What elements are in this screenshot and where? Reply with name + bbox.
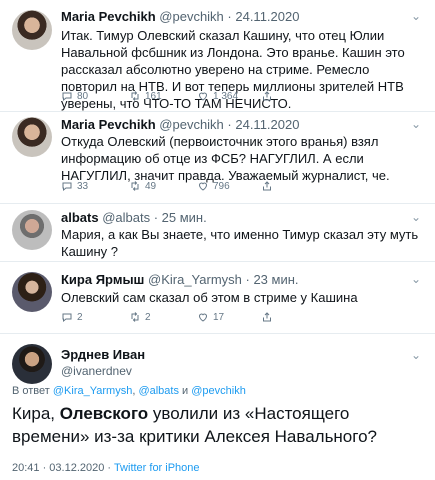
tweet-2[interactable]: Maria Pevchikh @pevchikh · 24.11.2020 ⌄ …	[0, 112, 435, 200]
share-button[interactable]	[261, 311, 273, 323]
author-handle[interactable]: @Kira_Yarmysh	[148, 272, 242, 287]
reply-context: В ответ @Kira_Yarmysh, @albats и @pevchi…	[12, 385, 246, 397]
tweet-date[interactable]: · 24.11.2020	[227, 117, 299, 132]
retweet-count: 161	[145, 90, 162, 102]
reply-count: 80	[77, 90, 89, 102]
reply-icon	[62, 182, 72, 192]
share-icon	[263, 91, 271, 101]
tweet-meta: 20:41 · 03.12.2020 · Twitter for iPhone	[12, 462, 200, 474]
chevron-down-icon[interactable]: ⌄	[411, 348, 421, 362]
like-icon	[198, 313, 208, 322]
reply-icon	[62, 313, 72, 323]
like-count: 796	[213, 180, 230, 192]
reply-button[interactable]: 2	[61, 311, 83, 323]
text-segment: Кира,	[12, 404, 60, 423]
tweet-4[interactable]: Кира Ярмыш @Kira_Yarmysh · 23 мин. ⌄ Оле…	[0, 262, 435, 330]
author-name[interactable]: Maria Pevchikh	[61, 9, 156, 24]
and-word: и	[182, 385, 189, 397]
tweet-3[interactable]: albats @albats · 25 мин. ⌄ Мария, а как …	[0, 204, 435, 260]
tweet-text: Олевский сам сказал об этом в стриме у К…	[61, 290, 358, 305]
tweet-header: Maria Pevchikh @pevchikh · 24.11.2020	[61, 9, 299, 25]
reply-count: 2	[77, 311, 83, 323]
tweet-text: Мария, а как Вы знаете, что именно Тимур…	[61, 227, 419, 259]
retweet-count: 2	[145, 311, 151, 323]
share-button[interactable]	[261, 180, 273, 192]
author-handle[interactable]: @ivanerdnev	[61, 364, 132, 378]
avatar[interactable]	[12, 344, 52, 384]
tweet-header: Maria Pevchikh @pevchikh · 24.11.2020	[61, 117, 299, 133]
retweet-icon	[131, 312, 139, 322]
reply-button[interactable]: 80	[61, 90, 88, 102]
separator: ,	[132, 385, 136, 397]
mention-link[interactable]: @pevchikh	[191, 385, 246, 397]
retweet-button[interactable]: 161	[129, 90, 162, 102]
retweet-icon	[131, 91, 139, 101]
timestamp[interactable]: 20:41 · 03.12.2020 ·	[12, 462, 111, 474]
retweet-button[interactable]: 2	[129, 311, 151, 323]
chevron-down-icon[interactable]: ⌄	[411, 210, 421, 224]
retweet-count: 49	[145, 180, 157, 192]
like-count: 1 364	[213, 90, 239, 102]
author-handle[interactable]: @pevchikh	[159, 117, 224, 132]
tweet-actions: 2 2 17	[61, 311, 391, 325]
tweet-date[interactable]: · 23 мин.	[246, 272, 299, 287]
avatar[interactable]	[12, 272, 52, 312]
like-icon	[198, 92, 208, 101]
reply-count: 33	[77, 180, 89, 192]
tweet-header: albats @albats · 25 мин.	[61, 210, 207, 226]
text-bold: Олевского	[59, 404, 149, 423]
author-handle[interactable]: @albats	[102, 210, 150, 225]
main-tweet-text: Кира, Олевского уволили из «Настоящего в…	[12, 402, 427, 448]
author-handle[interactable]: @pevchikh	[159, 9, 224, 24]
reply-button[interactable]: 33	[61, 180, 88, 192]
retweet-icon	[131, 181, 139, 191]
share-icon	[263, 181, 271, 191]
avatar[interactable]	[12, 10, 52, 50]
like-button[interactable]: 1 364	[197, 90, 238, 102]
tweet-date[interactable]: · 24.11.2020	[227, 9, 299, 24]
tweet-actions: 80 161 1 364	[61, 90, 391, 104]
author-name[interactable]: Maria Pevchikh	[61, 117, 156, 132]
like-button[interactable]: 17	[197, 311, 224, 323]
client-link[interactable]: Twitter for iPhone	[114, 462, 200, 474]
like-icon	[198, 182, 208, 191]
tweet-header: Кира Ярмыш @Kira_Yarmysh · 23 мин.	[61, 272, 299, 288]
share-button[interactable]	[261, 90, 273, 102]
reply-prefix: В ответ	[12, 385, 50, 397]
chevron-down-icon[interactable]: ⌄	[411, 9, 421, 23]
reply-icon	[62, 92, 72, 102]
like-count: 17	[213, 311, 225, 323]
avatar[interactable]	[12, 210, 52, 250]
chevron-down-icon[interactable]: ⌄	[411, 272, 421, 286]
share-icon	[263, 312, 271, 322]
tweet-1[interactable]: Maria Pevchikh @pevchikh · 24.11.2020 ⌄ …	[0, 0, 435, 111]
tweet-actions: 33 49 796	[61, 180, 391, 194]
mention-link[interactable]: @Kira_Yarmysh	[53, 385, 132, 397]
mention-link[interactable]: @albats	[138, 385, 179, 397]
chevron-down-icon[interactable]: ⌄	[411, 117, 421, 131]
tweet-text: Откуда Олевский (первоисточник этого вра…	[61, 134, 390, 183]
retweet-button[interactable]: 49	[129, 180, 156, 192]
author-name[interactable]: Кира Ярмыш	[61, 272, 144, 287]
like-button[interactable]: 796	[197, 180, 230, 192]
tweet-date[interactable]: · 25 мин.	[154, 210, 207, 225]
author-name[interactable]: Эрднев Иван	[61, 347, 145, 362]
author-name[interactable]: albats	[61, 210, 99, 225]
avatar[interactable]	[12, 117, 52, 157]
